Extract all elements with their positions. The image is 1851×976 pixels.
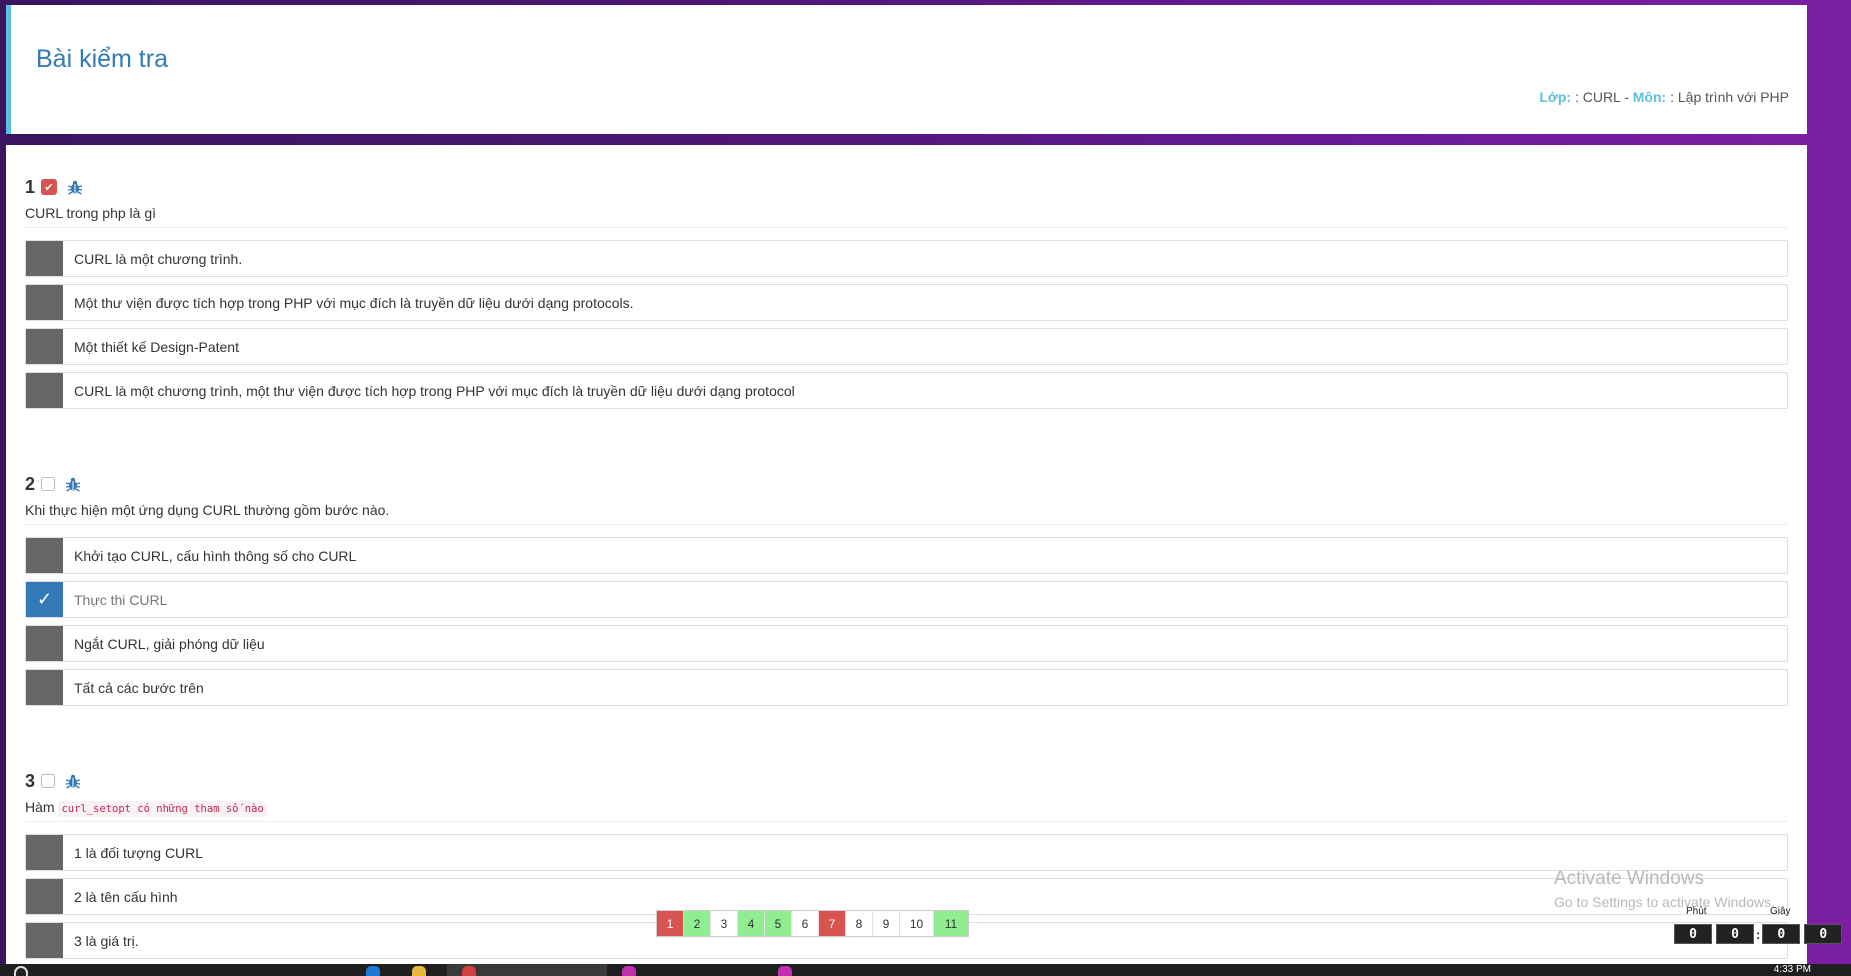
question-1: 1 ✔ CURL trong php là gì CURL là một chư… <box>25 175 1788 416</box>
taskbar-clock: 4:33 PM <box>1773 964 1811 975</box>
page-button[interactable]: 5 <box>765 911 792 936</box>
timer-separator: : <box>1756 926 1761 942</box>
question-pagination: 1 2 3 4 5 6 7 8 9 10 11 <box>656 910 969 937</box>
answer-option[interactable]: Một thiết kế Design-Patent <box>25 328 1788 365</box>
file-explorer-icon[interactable] <box>412 966 426 976</box>
question-text: Hàm curl_setopt có những tham số nào <box>25 799 1788 822</box>
question-number: 3 <box>25 770 36 791</box>
question-number: 1 <box>25 176 36 197</box>
question-number: 2 <box>25 473 36 494</box>
answer-radio[interactable] <box>26 626 63 661</box>
checkmark-icon: ✓ <box>36 589 53 609</box>
timer-digit: 0 <box>1716 924 1754 944</box>
answer-radio[interactable] <box>26 670 63 705</box>
answer-radio[interactable] <box>26 879 63 914</box>
answer-radio[interactable] <box>26 373 63 408</box>
timer-digit: 0 <box>1804 924 1843 944</box>
answer-label: 2 là tên cấu hình <box>74 888 178 905</box>
question-code: curl_setopt có những tham số nào <box>58 801 267 817</box>
answer-label: 1 là đối tượng CURL <box>74 844 204 861</box>
answer-option[interactable]: Tất cả các bước trên <box>25 669 1788 706</box>
page-button[interactable]: 7 <box>819 911 846 936</box>
edge-icon[interactable] <box>366 966 380 976</box>
page-button[interactable]: 4 <box>738 911 765 936</box>
subject-label: Môn: <box>1632 89 1667 105</box>
watermark-subtitle: Go to Settings to activate Windows. <box>1554 894 1775 910</box>
answer-option[interactable]: 1 là đối tượng CURL <box>25 834 1788 871</box>
answer-radio[interactable] <box>26 835 63 870</box>
answer-option[interactable]: CURL là một chương trình, một thư viện đ… <box>25 372 1788 409</box>
answer-radio[interactable] <box>26 285 63 320</box>
minutes-label: Phút <box>1686 906 1707 917</box>
answer-list: 1 là đối tượng CURL 2 là tên cấu hình 3 … <box>25 834 1788 959</box>
answer-option[interactable]: Ngắt CURL, giải phóng dữ liệu <box>25 625 1788 662</box>
answer-radio-checked[interactable]: ✓ <box>26 582 63 617</box>
page-button[interactable]: 6 <box>792 911 819 936</box>
flag-checkbox[interactable] <box>41 477 56 491</box>
question-text: Khi thực hiện một ứng dụng CURL thường g… <box>25 502 1788 525</box>
report-bug-icon[interactable] <box>67 179 83 195</box>
flag-checkbox[interactable]: ✔ <box>41 179 58 195</box>
answer-label: CURL là một chương trình, một thư viện đ… <box>74 382 795 399</box>
chrome-icon[interactable] <box>462 966 476 976</box>
class-subject-info: Lớp: : CURL - Môn: : Lập trình với PHP <box>1539 89 1789 105</box>
answer-label: Ngắt CURL, giải phóng dữ liệu <box>74 635 265 652</box>
answer-radio[interactable] <box>26 538 63 573</box>
answer-list: CURL là một chương trình. Một thư viện đ… <box>25 240 1788 409</box>
timer-digit: 0 <box>1674 924 1712 944</box>
page-button[interactable]: 10 <box>900 911 934 936</box>
question-text: CURL trong php là gì <box>25 205 1788 228</box>
page-button[interactable]: 1 <box>657 911 684 936</box>
quiz-content: 1 ✔ CURL trong php là gì CURL là một chư… <box>6 145 1807 964</box>
watermark-title: Activate Windows <box>1554 868 1704 889</box>
activate-windows-watermark: Activate Windows Go to Settings to activ… <box>1554 868 1775 910</box>
class-label: Lớp: <box>1539 89 1572 105</box>
app-icon[interactable] <box>622 966 636 976</box>
seconds-label: Giây <box>1770 906 1791 917</box>
answer-label: Khởi tạo CURL, cấu hình thông số cho CUR… <box>74 547 357 564</box>
app-icon[interactable] <box>778 966 792 976</box>
page-button[interactable]: 8 <box>846 911 873 936</box>
class-value: : CURL - <box>1574 89 1629 105</box>
answer-label: 3 là giá trị. <box>74 932 139 949</box>
answer-option[interactable]: CURL là một chương trình. <box>25 240 1788 277</box>
answer-label: CURL là một chương trình. <box>74 250 243 267</box>
cortana-icon[interactable] <box>14 966 28 976</box>
answer-label: Tất cả các bước trên <box>74 679 204 696</box>
page-button[interactable]: 2 <box>684 911 711 936</box>
answer-radio[interactable] <box>26 329 63 364</box>
answer-option-selected[interactable]: ✓ Thực thi CURL <box>25 581 1788 618</box>
answer-label: Một thư viện được tích hợp trong PHP với… <box>74 294 634 311</box>
page-button[interactable]: 11 <box>934 911 968 936</box>
answer-label: Một thiết kế Design-Patent <box>74 338 239 355</box>
answer-list: Khởi tạo CURL, cấu hình thông số cho CUR… <box>25 537 1788 706</box>
answer-radio[interactable] <box>26 923 63 958</box>
windows-taskbar: 4:33 PM <box>0 964 1851 976</box>
report-bug-icon[interactable] <box>65 476 81 492</box>
page-button[interactable]: 9 <box>873 911 900 936</box>
question-text-prefix: Hàm <box>25 799 55 815</box>
page-button[interactable]: 3 <box>711 911 738 936</box>
answer-label: Thực thi CURL <box>74 591 168 608</box>
answer-option[interactable]: Một thư viện được tích hợp trong PHP với… <box>25 284 1788 321</box>
subject-value: : Lập trình với PHP <box>1670 89 1789 105</box>
page-title: Bài kiểm tra <box>36 45 168 73</box>
question-2: 2 Khi thực hiện một ứng dụng CURL thường… <box>25 472 1788 713</box>
answer-radio[interactable] <box>26 241 63 276</box>
page-header: Bài kiểm tra Lớp: : CURL - Môn: : Lập tr… <box>6 5 1807 134</box>
flag-checkbox[interactable] <box>41 774 56 788</box>
answer-option[interactable]: Khởi tạo CURL, cấu hình thông số cho CUR… <box>25 537 1788 574</box>
report-bug-icon[interactable] <box>65 773 81 789</box>
timer-digit: 0 <box>1762 924 1801 944</box>
